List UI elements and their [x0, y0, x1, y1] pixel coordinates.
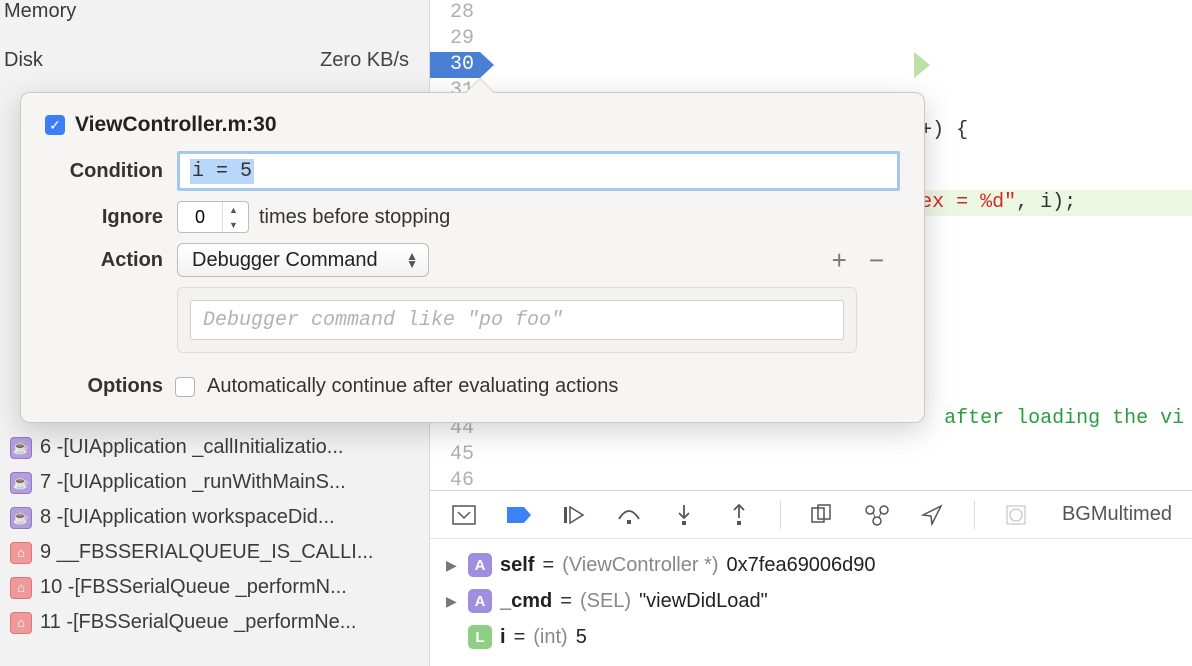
- frame-icon: ☕: [10, 437, 32, 459]
- stepper-up-icon[interactable]: ▲: [223, 202, 244, 217]
- action-select-value: Debugger Command: [192, 249, 378, 272]
- toolbar-divider: [974, 501, 975, 529]
- continue-icon[interactable]: [560, 501, 587, 529]
- remove-action-button[interactable]: −: [869, 245, 884, 276]
- condition-input[interactable]: i = 5: [177, 151, 900, 191]
- stack-frame[interactable]: ⌂ 9 __FBSSERIALQUEUE_IS_CALLI...: [0, 535, 429, 570]
- action-select[interactable]: Debugger Command ▲▼: [177, 243, 429, 277]
- disclosure-icon[interactable]: [446, 629, 460, 645]
- stat-memory: Memory: [0, 0, 429, 29]
- breakpoints-toggle-icon[interactable]: [505, 501, 532, 529]
- stack-frame[interactable]: ☕ 6 -[UIApplication _callInitializatio..…: [0, 430, 429, 465]
- variables-list: ▶ A self = (ViewController *) 0x7fea6900…: [430, 539, 1192, 663]
- var-type: (ViewController *): [562, 554, 718, 577]
- stack-frame[interactable]: ☕ 8 -[UIApplication workspaceDid...: [0, 500, 429, 535]
- memory-graph-icon[interactable]: [864, 501, 891, 529]
- ignore-label: Ignore: [45, 206, 163, 229]
- stat-disk-value: Zero KB/s: [320, 49, 409, 72]
- disclosure-icon[interactable]: ▶: [446, 593, 460, 610]
- frame-label: 6 -[UIApplication _callInitializatio...: [40, 436, 343, 459]
- call-stack: ☕ 6 -[UIApplication _callInitializatio..…: [0, 430, 429, 640]
- view-hierarchy-icon[interactable]: [809, 501, 836, 529]
- var-value: 5: [576, 626, 587, 649]
- ignore-stepper[interactable]: ▲ ▼: [177, 201, 249, 233]
- frame-label: 8 -[UIApplication workspaceDid...: [40, 506, 335, 529]
- frame-icon: ⌂: [10, 542, 32, 564]
- debug-toolbar: BGMultimed: [430, 491, 1192, 539]
- line-number[interactable]: 29: [430, 26, 480, 52]
- breakpoint-line-number[interactable]: 30: [430, 52, 480, 78]
- frame-label: 9 __FBSSERIALQUEUE_IS_CALLI...: [40, 541, 374, 564]
- frame-icon: ☕: [10, 507, 32, 529]
- stack-frame[interactable]: ⌂ 11 -[FBSSerialQueue _performNe...: [0, 605, 429, 640]
- process-name[interactable]: BGMultimed: [1062, 503, 1172, 526]
- stat-disk: Disk Zero KB/s: [0, 43, 429, 78]
- stack-frame[interactable]: ⌂ 10 -[FBSSerialQueue _performN...: [0, 570, 429, 605]
- var-name: i: [500, 626, 506, 649]
- location-icon[interactable]: [919, 501, 946, 529]
- condition-value: i = 5: [190, 159, 254, 184]
- line-number[interactable]: 45: [430, 442, 480, 468]
- toolbar-divider: [780, 501, 781, 529]
- var-kind-icon: A: [468, 589, 492, 613]
- hide-debug-icon[interactable]: [450, 501, 477, 529]
- stat-disk-label: Disk: [0, 49, 320, 72]
- frame-icon: ☕: [10, 472, 32, 494]
- debugger-command-input[interactable]: [190, 300, 844, 340]
- var-name: self: [500, 554, 534, 577]
- stack-frame[interactable]: ☕ 7 -[UIApplication _runWithMainS...: [0, 465, 429, 500]
- stat-memory-label: Memory: [0, 0, 409, 23]
- breakpoint-popover: ✓ ViewController.m:30 Condition i = 5 Ig…: [20, 92, 925, 423]
- stepper-down-icon[interactable]: ▼: [223, 217, 244, 232]
- step-out-icon[interactable]: [725, 501, 752, 529]
- frame-label: 11 -[FBSSerialQueue _performNe...: [40, 611, 356, 634]
- chevron-updown-icon: ▲▼: [406, 252, 418, 268]
- action-body: [177, 287, 857, 353]
- var-value: "viewDidLoad": [639, 590, 768, 613]
- frame-label: 7 -[UIApplication _runWithMainS...: [40, 471, 346, 494]
- variable-row[interactable]: ▶ A _cmd = (SEL) "viewDidLoad": [442, 583, 1180, 619]
- debug-area: BGMultimed ▶ A self = (ViewController *)…: [430, 490, 1192, 666]
- var-value: 0x7fea69006d90: [727, 554, 876, 577]
- var-type: (SEL): [580, 590, 631, 613]
- var-kind-icon: A: [468, 553, 492, 577]
- ignore-suffix: times before stopping: [259, 206, 450, 229]
- variable-row[interactable]: ▶ A self = (ViewController *) 0x7fea6900…: [442, 547, 1180, 583]
- var-kind-icon: L: [468, 625, 492, 649]
- disclosure-icon[interactable]: ▶: [446, 557, 460, 574]
- auto-continue-label: Automatically continue after evaluating …: [207, 375, 618, 398]
- ignore-input[interactable]: [178, 207, 222, 228]
- popover-title-row: ✓ ViewController.m:30: [45, 113, 900, 137]
- frame-icon: ⌂: [10, 612, 32, 634]
- auto-continue-checkbox[interactable]: [175, 377, 195, 397]
- condition-label: Condition: [45, 160, 163, 183]
- add-action-button[interactable]: +: [832, 245, 847, 276]
- step-over-icon[interactable]: [615, 501, 642, 529]
- frame-icon: ⌂: [10, 577, 32, 599]
- action-label: Action: [45, 249, 163, 272]
- var-type: (int): [533, 626, 567, 649]
- options-label: Options: [45, 375, 163, 398]
- step-into-icon[interactable]: [670, 501, 697, 529]
- var-name: _cmd: [500, 590, 552, 613]
- frame-label: 10 -[FBSSerialQueue _performN...: [40, 576, 347, 599]
- line-number[interactable]: 28: [430, 0, 480, 26]
- process-icon[interactable]: [1003, 501, 1030, 529]
- variable-row[interactable]: L i = (int) 5: [442, 619, 1180, 655]
- breakpoint-enabled-checkbox[interactable]: ✓: [45, 115, 65, 135]
- popover-title: ViewController.m:30: [75, 113, 277, 137]
